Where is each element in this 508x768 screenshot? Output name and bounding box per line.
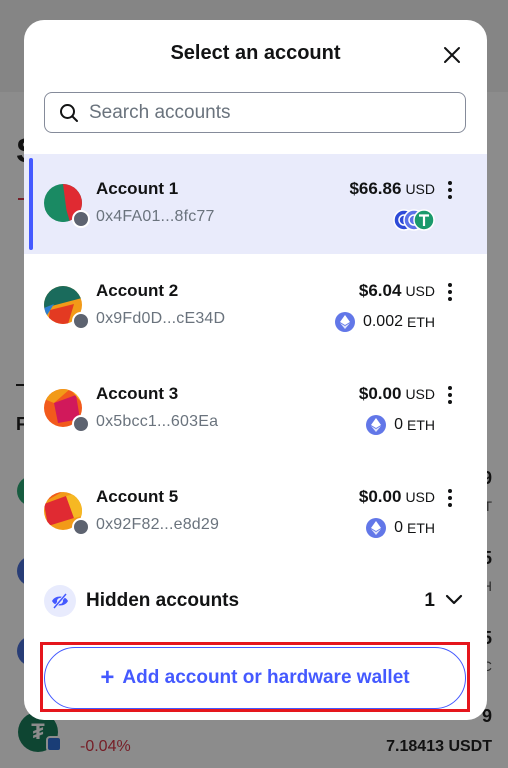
account-token-balance: 0 ETH: [366, 415, 435, 435]
account-name: Account 2: [96, 281, 179, 300]
close-button[interactable]: [439, 42, 465, 68]
account-address: 0x4FA01...8fc77: [96, 208, 215, 225]
account-name: Account 3: [96, 384, 179, 403]
hidden-accounts-toggle[interactable]: Hidden accounts 1: [24, 580, 487, 622]
network-badge: [72, 518, 90, 536]
account-balance: $6.04 USD: [358, 281, 435, 300]
token-icon-stack: [393, 209, 435, 231]
eth-icon: [366, 415, 387, 435]
account-options-button[interactable]: [443, 178, 457, 202]
account-item[interactable]: Account 5 0x92F82...e8d29 $0.00 USD 0 ETH: [24, 462, 487, 562]
modal-title: Select an account: [170, 42, 341, 64]
account-name: Account 1: [96, 179, 179, 198]
account-address: 0x5bcc1...603Ea: [96, 413, 219, 430]
network-badge: [72, 312, 90, 330]
search-input[interactable]: [89, 101, 449, 124]
add-account-label: Add account or hardware wallet: [122, 667, 410, 688]
add-account-button[interactable]: + Add account or hardware wallet: [44, 647, 466, 709]
account-token-balance: 0 ETH: [366, 518, 435, 538]
select-account-modal: Select an account Account 1 0x4FA01...8f…: [24, 20, 487, 720]
hidden-accounts-count: 1: [424, 590, 435, 611]
close-icon: [444, 47, 460, 63]
account-balance: $66.86 USD: [349, 179, 435, 198]
account-balance: $0.00 USD: [358, 384, 435, 403]
eye-slash-icon: [44, 585, 76, 617]
account-item[interactable]: Account 1 0x4FA01...8fc77 $66.86 USD: [24, 154, 487, 254]
account-address: 0x92F82...e8d29: [96, 516, 220, 533]
selected-indicator: [29, 158, 33, 250]
search-box[interactable]: [44, 92, 466, 133]
eth-icon: [366, 518, 387, 538]
network-badge: [72, 415, 90, 433]
eth-icon: [334, 312, 355, 332]
hidden-accounts-label: Hidden accounts: [86, 590, 240, 611]
account-name: Account 5: [96, 487, 179, 506]
account-options-button[interactable]: [443, 280, 457, 304]
account-item[interactable]: Account 2 0x9Fd0D...cE34D $6.04 USD 0.002…: [24, 256, 487, 356]
account-options-button[interactable]: [443, 486, 457, 510]
account-item[interactable]: Account 3 0x5bcc1...603Ea $0.00 USD 0 ETH: [24, 359, 487, 459]
account-balance: $0.00 USD: [358, 487, 435, 506]
search-icon: [60, 103, 78, 122]
plus-icon: +: [100, 664, 115, 691]
account-options-button[interactable]: [443, 383, 457, 407]
account-token-balance: 0.002 ETH: [334, 312, 435, 332]
network-badge: [72, 210, 90, 228]
account-address: 0x9Fd0D...cE34D: [96, 310, 226, 327]
chevron-down-icon: [445, 594, 463, 605]
